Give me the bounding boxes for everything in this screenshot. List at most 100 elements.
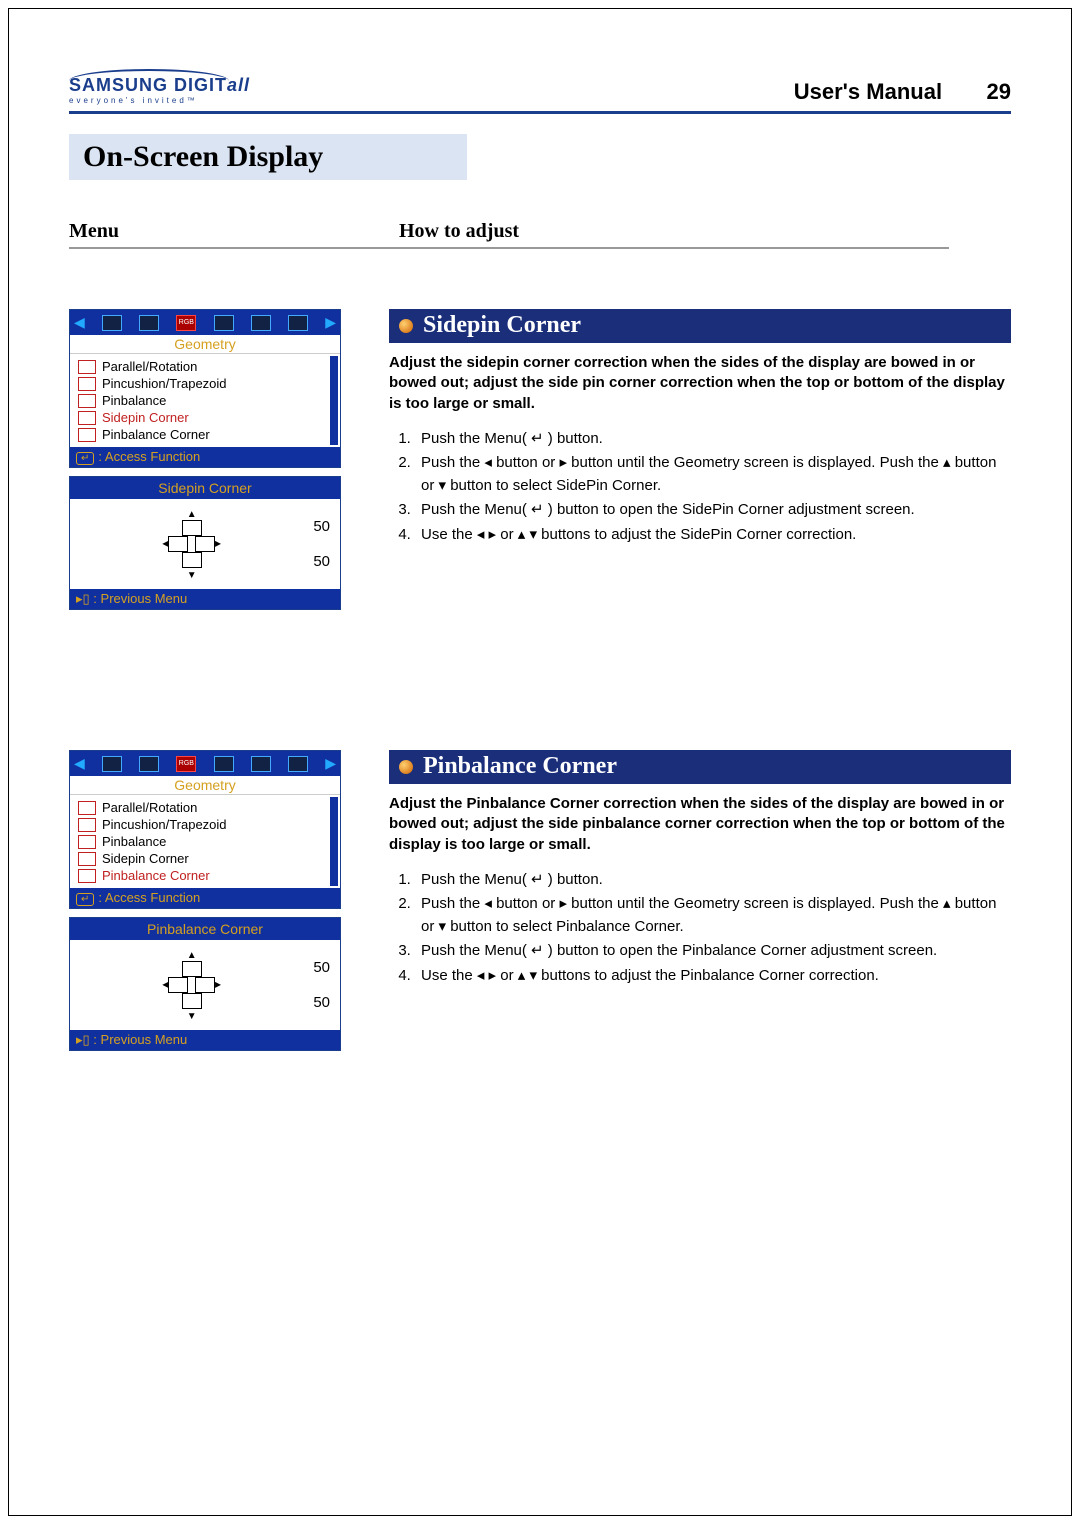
osd-item: Pinbalance	[78, 833, 332, 850]
step: Push the ◂ button or ▸ button until the …	[415, 893, 1011, 938]
osd-item: Pincushion/Trapezoid	[78, 375, 332, 392]
shape-icon	[182, 552, 202, 568]
osd-icon	[288, 756, 308, 772]
brand-name: SAMSUNG DIGIT	[69, 75, 227, 95]
shape-icon	[195, 977, 215, 993]
section-title-bar: On-Screen Display	[69, 134, 467, 180]
howto-sidepin: Sidepin Corner Adjust the sidepin corner…	[379, 309, 1011, 610]
osd-item: Pincushion/Trapezoid	[78, 816, 332, 833]
osd-category: Geometry	[70, 776, 340, 795]
osd-adjust-title: Pinbalance Corner	[70, 918, 340, 940]
column-howto-header: How to adjust	[399, 220, 519, 243]
osd-menu: ◀ RGB ▶ Geometry Parallel/Rotation Pincu…	[69, 750, 341, 909]
brand-logo: SAMSUNG DIGITall everyone's invited™	[69, 69, 250, 105]
step: Use the ◂ ▸ or ▴ ▾ buttons to adjust the…	[415, 524, 1011, 547]
osd-item: Pinbalance	[78, 392, 332, 409]
step: Use the ◂ ▸ or ▴ ▾ buttons to adjust the…	[415, 965, 1011, 988]
osd-scrollbar	[330, 797, 338, 886]
page-number: 29	[987, 79, 1011, 104]
osd-icon	[214, 315, 234, 331]
osd-previous-hint: ▸▯ : Previous Menu	[70, 589, 340, 609]
osd-value: 50	[313, 553, 330, 570]
step: Push the Menu( ↵ ) button.	[415, 869, 1011, 892]
prev-icon: ▸▯	[76, 1032, 93, 1047]
shape-icon	[182, 961, 202, 977]
step: Push the Menu( ↵ ) button to open the Pi…	[415, 940, 1011, 963]
osd-nav-right-icon: ▶	[325, 755, 336, 772]
osd-adjust-diagram: ▲ ◂ ▸ ▼	[80, 948, 303, 1022]
osd-adjust-panel: Sidepin Corner ▲ ◂ ▸ ▼ 50 50 ▸▯ : Previo…	[69, 476, 341, 610]
osd-icon	[139, 756, 159, 772]
step: Push the Menu( ↵ ) button.	[415, 428, 1011, 451]
osd-previous-hint: ▸▯ : Previous Menu	[70, 1030, 340, 1050]
page: SAMSUNG DIGITall everyone's invited™ Use…	[8, 8, 1072, 1516]
steps-list: Push the Menu( ↵ ) button. Push the ◂ bu…	[389, 428, 1011, 547]
topic-bar: Sidepin Corner	[389, 309, 1011, 343]
shape-icon	[168, 536, 188, 552]
osd-item: Pinbalance Corner	[78, 426, 332, 443]
osd-rgb-icon: RGB	[176, 756, 196, 772]
header-divider	[69, 111, 1011, 114]
osd-icon	[251, 756, 271, 772]
osd-adjust-body: ▲ ◂ ▸ ▼ 50 50	[70, 940, 340, 1030]
shape-icon	[168, 977, 188, 993]
osd-rgb-icon: RGB	[176, 315, 196, 331]
osd-icon	[102, 756, 122, 772]
header: SAMSUNG DIGITall everyone's invited™ Use…	[69, 69, 1011, 105]
osd-icon	[251, 315, 271, 331]
osd-nav-left-icon: ◀	[74, 755, 85, 772]
shape-icon	[182, 520, 202, 536]
osd-icon-bar: ◀ RGB ▶	[70, 751, 340, 776]
section-sidepin: ◀ RGB ▶ Geometry Parallel/Rotation Pincu…	[69, 309, 1011, 610]
osd-icon	[102, 315, 122, 331]
osd-item-selected: Sidepin Corner	[78, 409, 332, 426]
enter-icon: ↵	[76, 452, 94, 465]
osd-item-selected: Pinbalance Corner	[78, 867, 332, 884]
topic-bar: Pinbalance Corner	[389, 750, 1011, 784]
osd-item: Sidepin Corner	[78, 850, 332, 867]
howto-pinbalance: Pinbalance Corner Adjust the Pinbalance …	[379, 750, 1011, 1051]
osd-value: 50	[313, 959, 330, 976]
brand-name-ital: all	[227, 75, 250, 95]
topic-title: Sidepin Corner	[423, 312, 581, 339]
osd-item-list: Parallel/Rotation Pincushion/Trapezoid P…	[70, 354, 340, 447]
prev-icon: ▸▯	[76, 591, 93, 606]
topic-intro: Adjust the sidepin corner correction whe…	[389, 353, 1011, 414]
step: Push the Menu( ↵ ) button to open the Si…	[415, 499, 1011, 522]
osd-item: Parallel/Rotation	[78, 358, 332, 375]
step: Push the ◂ button or ▸ button until the …	[415, 452, 1011, 497]
osd-adjust-diagram: ▲ ◂ ▸ ▼	[80, 507, 303, 581]
shape-icon	[195, 536, 215, 552]
osd-item: Parallel/Rotation	[78, 799, 332, 816]
osd-icon	[214, 756, 234, 772]
brand-tagline: everyone's invited™	[69, 96, 250, 105]
osd-values: 50 50	[313, 959, 330, 1011]
osd-adjust-title: Sidepin Corner	[70, 477, 340, 499]
topic-intro: Adjust the Pinbalance Corner correction …	[389, 794, 1011, 855]
osd-icon	[288, 315, 308, 331]
osd-access-hint: ↵: Access Function	[70, 447, 340, 467]
osd-value: 50	[313, 994, 330, 1011]
osd-icon	[139, 315, 159, 331]
osd-nav-left-icon: ◀	[74, 314, 85, 331]
osd-nav-right-icon: ▶	[325, 314, 336, 331]
shape-icon	[182, 993, 202, 1009]
osd-adjust-body: ▲ ◂ ▸ ▼ 50 50	[70, 499, 340, 589]
section-pinbalance: ◀ RGB ▶ Geometry Parallel/Rotation Pincu…	[69, 750, 1011, 1051]
topic-title: Pinbalance Corner	[423, 753, 617, 780]
osd-adjust-panel: Pinbalance Corner ▲ ◂ ▸ ▼ 50 50 ▸▯ : Pre…	[69, 917, 341, 1051]
manual-title: User's Manual	[794, 79, 942, 104]
osd-icon-bar: ◀ RGB ▶	[70, 310, 340, 335]
column-headers: Menu How to adjust	[69, 220, 949, 249]
osd-item-list: Parallel/Rotation Pincushion/Trapezoid P…	[70, 795, 340, 888]
osd-screenshot-1: ◀ RGB ▶ Geometry Parallel/Rotation Pincu…	[69, 309, 379, 610]
header-right: User's Manual 29	[794, 79, 1011, 105]
section-title: On-Screen Display	[83, 140, 323, 173]
column-menu-header: Menu	[69, 220, 399, 243]
steps-list: Push the Menu( ↵ ) button. Push the ◂ bu…	[389, 869, 1011, 988]
osd-menu: ◀ RGB ▶ Geometry Parallel/Rotation Pincu…	[69, 309, 341, 468]
osd-values: 50 50	[313, 518, 330, 570]
osd-access-hint: ↵: Access Function	[70, 888, 340, 908]
osd-scrollbar	[330, 356, 338, 445]
bullet-icon	[399, 319, 413, 333]
